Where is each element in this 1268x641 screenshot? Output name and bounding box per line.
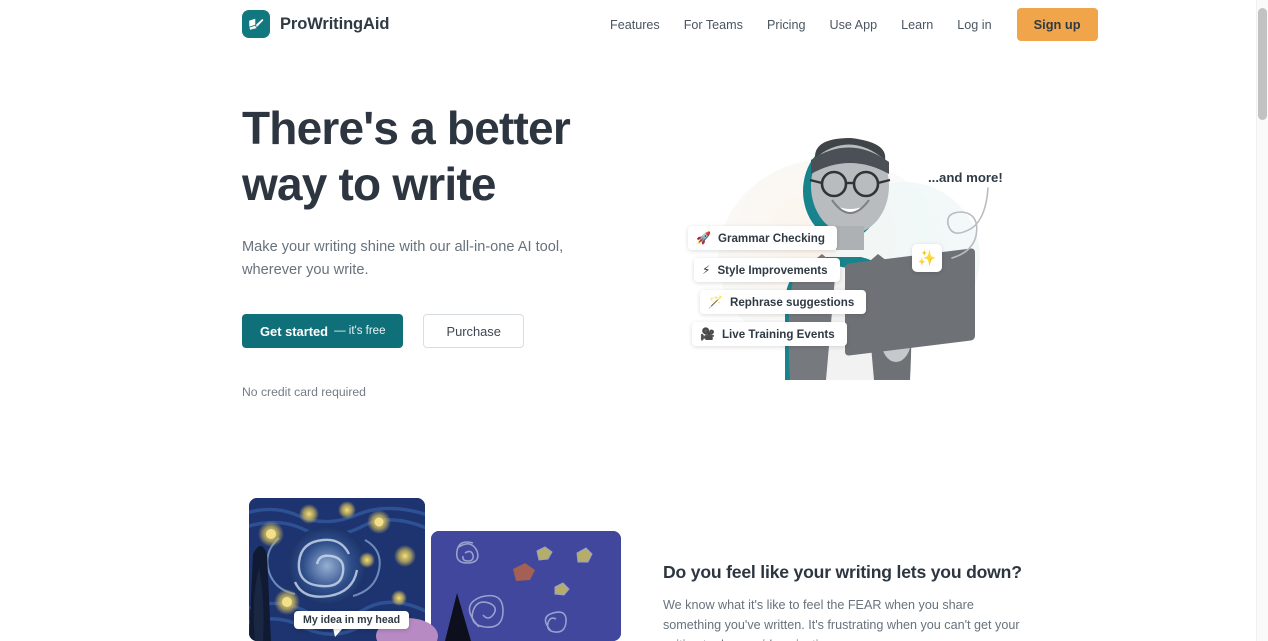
main-navigation: Features For Teams Pricing Use App Learn…: [598, 8, 1098, 41]
rocket-icon: 🚀: [696, 231, 711, 245]
hero-section: There's a better way to write Make your …: [242, 100, 642, 399]
nav-item-for-teams[interactable]: For Teams: [672, 10, 755, 40]
purchase-button[interactable]: Purchase: [423, 314, 524, 348]
feature-chip-grammar-checking: 🚀 Grammar Checking: [688, 226, 837, 250]
curly-arrow-icon: [946, 187, 989, 259]
hero-illustration: 🚀✨ ...and more! 🚀 Grammar Checking ⚡ Sty…: [660, 108, 1020, 386]
movie-camera-icon: 🎥: [700, 327, 715, 341]
nav-item-pricing[interactable]: Pricing: [755, 10, 818, 40]
idea-caption-label: My idea in my head: [294, 611, 410, 629]
lower-illustration: My idea in my head: [249, 498, 621, 641]
get-started-sublabel: — it's free: [334, 325, 386, 337]
hero-title: There's a better way to write: [242, 100, 642, 212]
lower-content-section: Do you feel like your writing lets you d…: [663, 562, 1023, 641]
no-credit-card-note: No credit card required: [242, 385, 366, 399]
nav-item-learn[interactable]: Learn: [889, 10, 945, 40]
lower-section-body: We know what it's like to feel the FEAR …: [663, 598, 1020, 641]
crude-drawing-panel: [431, 531, 621, 641]
open-book-check-icon: [242, 10, 270, 38]
magic-wand-icon: 🪄: [708, 295, 723, 309]
page-root: ProWritingAid Features For Teams Pricing…: [0, 0, 1268, 641]
sign-up-button[interactable]: Sign up: [1016, 8, 1098, 41]
get-started-button[interactable]: Get started — it's free: [242, 314, 404, 348]
lower-section-title: Do you feel like your writing lets you d…: [663, 562, 1022, 582]
page-scrollbar-thumb[interactable]: [1258, 8, 1267, 120]
hero-cta-group: Get started — it's free Purchase: [242, 314, 642, 348]
nav-item-use-app[interactable]: Use App: [817, 10, 889, 40]
brand-name: ProWritingAid: [280, 14, 390, 33]
nav-item-log-in[interactable]: Log in: [945, 10, 1003, 40]
and-more-annotation: ...and more!: [928, 170, 1003, 185]
feature-chip-label: Style Improvements: [717, 263, 828, 277]
hero-subtitle: Make your writing shine with our all-in-…: [242, 239, 564, 278]
feature-chip-list: 🚀 Grammar Checking ⚡ Style Improvements …: [688, 226, 867, 346]
site-header: ProWritingAid Features For Teams Pricing…: [0, 0, 1256, 48]
hero-title-line-1: There's a better: [242, 102, 571, 154]
feature-chip-live-training-events: 🎥 Live Training Events: [692, 322, 847, 346]
brand-logo[interactable]: ProWritingAid: [242, 10, 389, 38]
feature-chip-label: Rephrase suggestions: [729, 295, 855, 309]
page-scrollbar-track[interactable]: [1256, 0, 1268, 641]
feature-chip-style-improvements: ⚡ Style Improvements: [694, 258, 840, 282]
feature-chip-rephrase-suggestions: 🪄 Rephrase suggestions: [700, 290, 867, 314]
nav-item-features[interactable]: Features: [598, 10, 672, 40]
feature-chip-label: Grammar Checking: [717, 231, 825, 245]
lightning-bolt-icon: ⚡: [702, 263, 711, 277]
feature-chip-label: Live Training Events: [721, 327, 835, 341]
get-started-label: Get started: [260, 323, 329, 339]
hero-title-line-2: way to write: [242, 158, 496, 210]
